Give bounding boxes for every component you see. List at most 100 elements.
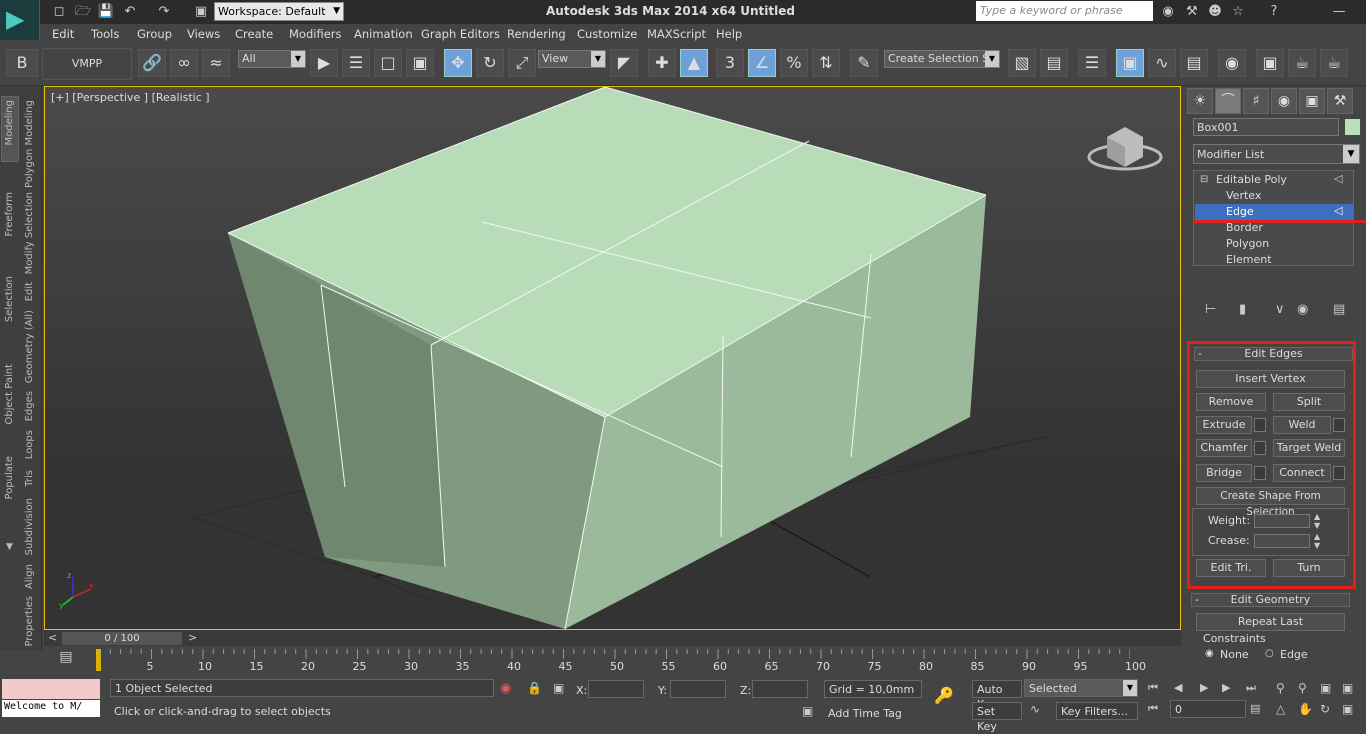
bridge-settings-button[interactable]	[1254, 466, 1266, 480]
edit-named-selection-icon[interactable]: ✎	[850, 49, 878, 77]
ribbon-properties[interactable]: Properties	[24, 596, 35, 647]
extrude-button[interactable]: Extrude	[1196, 416, 1252, 434]
weld-button[interactable]: Weld	[1273, 416, 1331, 434]
make-unique-icon[interactable]: ∨	[1275, 302, 1285, 317]
render-production-icon[interactable]: ☕	[1320, 49, 1348, 77]
field-of-view-icon[interactable]: △	[1276, 702, 1285, 716]
ribbon-tris[interactable]: Tris	[24, 470, 35, 487]
menu-views[interactable]: Views	[187, 27, 220, 41]
spinner-snap-icon[interactable]: ⇅	[812, 49, 840, 77]
ribbon-loops[interactable]: Loops	[24, 430, 35, 459]
key-filters-button[interactable]: Key Filters...	[1056, 702, 1138, 720]
ribbon-align[interactable]: Align	[24, 564, 35, 589]
time-slider-track[interactable]	[44, 630, 1181, 646]
edit-edges-header[interactable]: - Edit Edges	[1194, 347, 1353, 361]
teapot-icon[interactable]: B	[6, 49, 38, 77]
angle-snap-icon[interactable]: ∠	[748, 49, 776, 77]
named-selection-dropdown[interactable]: Create Selection Se ▼	[884, 50, 1000, 68]
favorite-star-icon[interactable]: ☆	[1229, 3, 1247, 21]
search-input[interactable]: Type a keyword or phrase	[976, 1, 1153, 21]
zoom-extents-icon[interactable]: ▣	[1320, 681, 1331, 695]
menu-modifiers[interactable]: Modifiers	[289, 27, 342, 41]
select-object-icon[interactable]: ▶	[310, 49, 338, 77]
absolute-mode-icon[interactable]: ▣	[553, 681, 564, 695]
user-icon[interactable]: ☻	[1206, 3, 1224, 21]
menu-create[interactable]: Create	[235, 27, 273, 41]
curve-editor-icon[interactable]: ∿	[1148, 49, 1176, 77]
pin-icon[interactable]: ⊢	[1205, 302, 1216, 317]
x-coord-field[interactable]	[588, 680, 644, 698]
ribbon-collapse-icon[interactable]: ▼	[6, 542, 13, 552]
perspective-viewport[interactable]: [+] [Perspective ] [Realistic ] x z y	[44, 86, 1181, 630]
add-time-tag-label[interactable]: Add Time Tag	[828, 707, 902, 720]
percent-snap-icon[interactable]: %	[780, 49, 808, 77]
menu-edit[interactable]: Edit	[52, 27, 74, 41]
remove-button[interactable]: Remove	[1196, 393, 1266, 411]
selection-lock-icon[interactable]: 🔒	[527, 681, 542, 695]
zoom-extents-all-icon[interactable]: ▣	[1342, 681, 1353, 695]
crease-spinner-arrows-icon[interactable]: ▲ ▼	[1314, 532, 1320, 550]
next-frame-icon[interactable]: ▶	[1222, 681, 1230, 694]
weight-spinner[interactable]	[1254, 514, 1310, 528]
help-icon[interactable]: ?	[1265, 3, 1283, 21]
scale-icon[interactable]: ⤢	[508, 49, 536, 77]
stack-item-editable-poly[interactable]: Editable Poly	[1216, 172, 1343, 188]
stack-item-edge[interactable]: Edge	[1195, 204, 1353, 220]
layer-manager-icon[interactable]: ☰	[1078, 49, 1106, 77]
pivot-center-icon[interactable]: ◤	[610, 49, 638, 77]
go-to-end-icon[interactable]: ⏭	[1246, 681, 1256, 695]
bridge-button[interactable]: Bridge	[1196, 464, 1252, 482]
binoculars-icon[interactable]: ◉	[1159, 3, 1177, 21]
time-prev-icon[interactable]: <	[48, 631, 57, 644]
weld-settings-button[interactable]	[1333, 418, 1345, 432]
stack-item-vertex[interactable]: Vertex	[1226, 188, 1353, 204]
schematic-view-icon[interactable]: ▤	[1180, 49, 1208, 77]
render-setup-icon[interactable]: ▣	[1256, 49, 1284, 77]
time-tag-icon[interactable]: ▣	[802, 704, 813, 718]
extrude-settings-button[interactable]	[1254, 418, 1266, 432]
key-mode-toggle-icon[interactable]: ⏮	[1148, 702, 1158, 716]
move-icon[interactable]: ✥	[444, 49, 472, 77]
object-name-field[interactable]: Box001	[1193, 118, 1339, 136]
selection-filter-dropdown[interactable]: All ▼	[238, 50, 306, 68]
new-file-icon[interactable]: ◻	[50, 3, 68, 21]
y-coord-field[interactable]	[670, 680, 726, 698]
maxscript-listener-input[interactable]: Welcome to M/	[2, 700, 100, 717]
create-shape-from-selection-button[interactable]: Create Shape From Selection	[1196, 487, 1345, 518]
motion-tab-icon[interactable]: ◉	[1271, 88, 1297, 114]
ribbon-subdivision[interactable]: Subdivision	[24, 498, 35, 555]
pin-stack-icon[interactable]: ◁	[1334, 172, 1342, 185]
redo-icon[interactable]: ↷	[155, 3, 173, 21]
menu-graph-editors[interactable]: Graph Editors	[421, 27, 500, 41]
constraint-none-radio[interactable]: ◉	[1205, 648, 1214, 659]
ribbon-tab-populate[interactable]: Populate	[4, 456, 15, 499]
menu-tools[interactable]: Tools	[91, 27, 119, 41]
unlink-icon[interactable]: ∞	[170, 49, 198, 77]
pan-view-icon[interactable]: ✋	[1298, 702, 1313, 716]
zoom-icon[interactable]: ⚲	[1276, 681, 1285, 695]
app-logo-button[interactable]: ▶	[0, 0, 40, 40]
current-frame-field[interactable]: 0	[1170, 700, 1246, 718]
connect-button[interactable]: Connect	[1273, 464, 1331, 482]
hierarchy-tab-icon[interactable]: ♯	[1243, 88, 1269, 114]
isolate-selection-icon[interactable]: ◉	[500, 681, 511, 696]
connect-settings-button[interactable]	[1333, 466, 1345, 480]
repeat-last-button[interactable]: Repeat Last	[1196, 613, 1345, 631]
menu-rendering[interactable]: Rendering	[507, 27, 566, 41]
menu-help[interactable]: Help	[716, 27, 742, 41]
maximize-viewport-icon[interactable]: ▣	[1342, 702, 1353, 716]
ribbon-tab-selection[interactable]: Selection	[4, 276, 15, 322]
menu-maxscript[interactable]: MAXScript	[647, 27, 706, 41]
mini-curve-editor-icon[interactable]: ▤	[44, 649, 88, 673]
undo-icon[interactable]: ↶	[121, 3, 139, 21]
split-button[interactable]: Split	[1273, 393, 1345, 411]
ribbon-geometry-all[interactable]: Geometry (All)	[24, 310, 35, 383]
minimize-icon[interactable]: —	[1330, 3, 1348, 21]
previous-frame-icon[interactable]: ◀	[1174, 681, 1182, 694]
stack-item-element[interactable]: Element	[1226, 252, 1353, 266]
window-crossing-icon[interactable]: ▣	[406, 49, 434, 77]
keyboard-shortcut-override-icon[interactable]: ▲	[680, 49, 708, 77]
menu-customize[interactable]: Customize	[577, 27, 637, 41]
create-tab-icon[interactable]: ☀	[1187, 88, 1213, 114]
align-icon[interactable]: ▤	[1040, 49, 1068, 77]
